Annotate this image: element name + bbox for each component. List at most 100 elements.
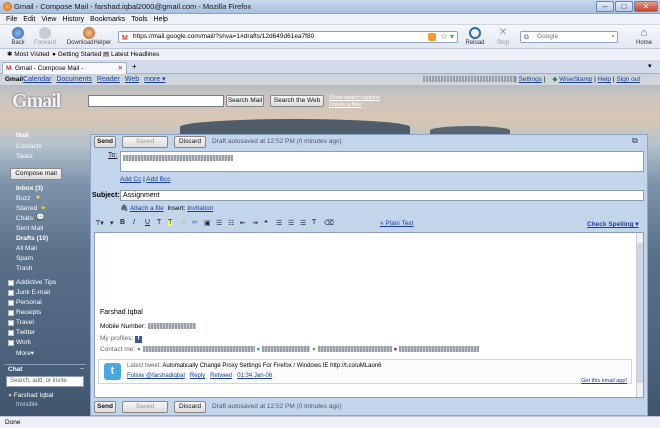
to-field[interactable] <box>120 151 644 172</box>
sidebar-spam[interactable]: Spam <box>16 255 33 262</box>
indent-less-icon[interactable]: ⇤ <box>240 219 246 227</box>
close-button[interactable]: ✕ <box>634 1 658 12</box>
numbered-list-icon[interactable]: ☰ <box>216 219 222 227</box>
discard-button-bottom[interactable]: Discard <box>174 401 206 413</box>
image-icon[interactable]: ▣ <box>204 219 211 227</box>
sidebar-label-junk-email[interactable]: Junk E-mail <box>16 289 50 296</box>
gbar-calendar[interactable]: Calendar <box>23 76 51 83</box>
tab-list-button[interactable]: ▾ <box>648 62 652 70</box>
sidebar-drafts[interactable]: Drafts (10) <box>16 235 48 242</box>
plain-text-link[interactable]: « Plain Text <box>380 220 413 227</box>
insert-invitation-link[interactable]: Invitation <box>187 205 213 212</box>
add-cc-link[interactable]: Add Cc <box>120 176 141 183</box>
sidebar-sent-mail[interactable]: Sent Mail <box>16 225 43 232</box>
font-icon[interactable]: Ƭ▾ <box>96 219 104 227</box>
menu-edit[interactable]: Edit <box>23 16 35 23</box>
italic-icon[interactable]: I <box>133 219 135 226</box>
underline-icon[interactable]: U <box>145 219 150 226</box>
link-icon[interactable]: ∞ <box>192 219 197 226</box>
align-center-icon[interactable]: ☰ <box>288 219 294 227</box>
minimize-button[interactable]: – <box>596 1 614 12</box>
twitter-bird-icon[interactable]: t <box>104 363 121 380</box>
help-link[interactable]: Help <box>598 76 611 83</box>
close-tab-icon[interactable]: ✕ <box>118 63 123 74</box>
discard-button-top[interactable]: Discard <box>174 136 206 148</box>
label-color-travel[interactable] <box>8 320 14 326</box>
tab-gmail-compose[interactable]: MGmail - Compose Mail - farshad.iqbal...… <box>2 62 127 83</box>
bookmark-star-icon[interactable]: ☆ <box>440 31 448 42</box>
label-color-junk[interactable] <box>8 290 14 296</box>
bold-icon[interactable]: B <box>120 219 125 226</box>
bookmark-getting-started[interactable]: ● Getting Started <box>52 49 101 61</box>
sidebar-all-mail[interactable]: All Mail <box>16 245 37 252</box>
emoji-icon[interactable]: ☺ <box>180 219 187 226</box>
sidebar-label-travel[interactable]: Travel <box>16 319 34 326</box>
bullet-list-icon[interactable]: ☷ <box>228 219 234 227</box>
settings-link[interactable]: Settings <box>519 76 543 83</box>
align-left-icon[interactable]: ☰ <box>276 219 282 227</box>
go-arrow-icon[interactable]: ▾ <box>450 32 454 41</box>
body-scrollbar[interactable] <box>636 233 643 397</box>
menu-view[interactable]: View <box>41 16 56 23</box>
mail-search-input[interactable] <box>88 95 224 107</box>
to-label[interactable]: To: <box>108 152 117 159</box>
label-color-twitter[interactable] <box>8 330 14 336</box>
sidebar-chats[interactable]: Chats <box>16 215 33 222</box>
downloadhelper-button[interactable]: DownloadHelper <box>64 27 114 46</box>
rss-icon[interactable] <box>428 33 436 41</box>
sidebar-more-labels[interactable]: More▾ <box>16 349 34 357</box>
retweet-link[interactable]: Retweet <box>210 373 232 379</box>
skype-contact-icon[interactable]: ● <box>137 346 141 353</box>
chat-collapse-icon[interactable]: − <box>80 366 84 373</box>
gbar-reader[interactable]: Reader <box>97 76 120 83</box>
text-color-icon[interactable]: Ƭ <box>157 219 161 226</box>
sidebar-label-personal[interactable]: Personal <box>16 299 42 306</box>
attach-file-link[interactable]: Attach a file <box>130 205 164 212</box>
sidebar-starred[interactable]: Starred <box>16 205 37 212</box>
url-bar[interactable]: Mhttps://mail.google.com/mail/?shva=1#dr… <box>118 31 458 43</box>
bookmark-latest-headlines[interactable]: ▤ Latest Headlines <box>103 49 159 61</box>
rtl-icon[interactable]: Ƭ <box>312 219 316 226</box>
label-color-addictive-tips[interactable] <box>8 280 14 286</box>
new-tab-button[interactable]: + <box>132 62 137 71</box>
label-color-work[interactable] <box>8 340 14 346</box>
show-search-options-link[interactable]: Show search options <box>329 95 380 101</box>
yahoo-contact-icon[interactable]: ● <box>394 346 398 353</box>
stop-button[interactable]: ✕ Stop <box>492 27 514 46</box>
label-color-personal[interactable] <box>8 300 14 306</box>
menu-bookmarks[interactable]: Bookmarks <box>90 16 125 23</box>
search-mail-button[interactable]: Search Mail <box>226 95 264 107</box>
wisestamp-link[interactable]: WiseStamp <box>559 76 592 83</box>
search-magnifier-icon[interactable]: ⌕ <box>611 32 615 42</box>
menu-tools[interactable]: Tools <box>131 16 147 23</box>
im-contact-icon[interactable]: ● <box>256 346 260 353</box>
send-button-top[interactable]: Send <box>94 136 116 148</box>
size-icon[interactable]: ▾ <box>110 219 114 227</box>
back-button[interactable]: Back <box>6 27 30 46</box>
highlight-icon[interactable]: Ƭ <box>168 219 173 226</box>
chat-search-input[interactable]: Search, add, or invite <box>6 376 84 387</box>
msn-contact-icon[interactable]: ● <box>312 346 316 353</box>
menu-file[interactable]: File <box>6 16 17 23</box>
home-button[interactable]: ⌂ Home <box>632 27 656 46</box>
gmail-logo[interactable]: Gmail <box>12 90 61 113</box>
add-bcc-link[interactable]: Add Bcc <box>146 176 170 183</box>
sidebar-mail[interactable]: Mail <box>16 132 29 139</box>
sidebar-label-receipts[interactable]: Receipts <box>16 309 41 316</box>
forward-button[interactable]: Forward <box>32 27 58 46</box>
subject-field[interactable]: Assignment <box>120 190 644 201</box>
follow-link[interactable]: Follow @farshadiqbal <box>127 373 185 379</box>
gbar-documents[interactable]: Documents <box>56 76 91 83</box>
gbar-web[interactable]: Web <box>125 76 139 83</box>
get-email-app-link[interactable]: Get this email app! <box>581 378 627 384</box>
search-web-button[interactable]: Search the Web <box>270 95 324 107</box>
sidebar-label-twitter[interactable]: Twitter <box>16 329 35 336</box>
maximize-button[interactable]: □ <box>615 1 633 12</box>
gbar-gmail[interactable]: Gmail <box>5 76 23 83</box>
sidebar-label-work[interactable]: Work <box>16 339 31 346</box>
compose-mail-button[interactable]: Compose mail <box>10 168 62 180</box>
send-button-bottom[interactable]: Send <box>94 401 116 413</box>
label-color-receipts[interactable] <box>8 310 14 316</box>
sidebar-trash[interactable]: Trash <box>16 265 32 272</box>
quote-icon[interactable]: ❝ <box>264 219 268 227</box>
